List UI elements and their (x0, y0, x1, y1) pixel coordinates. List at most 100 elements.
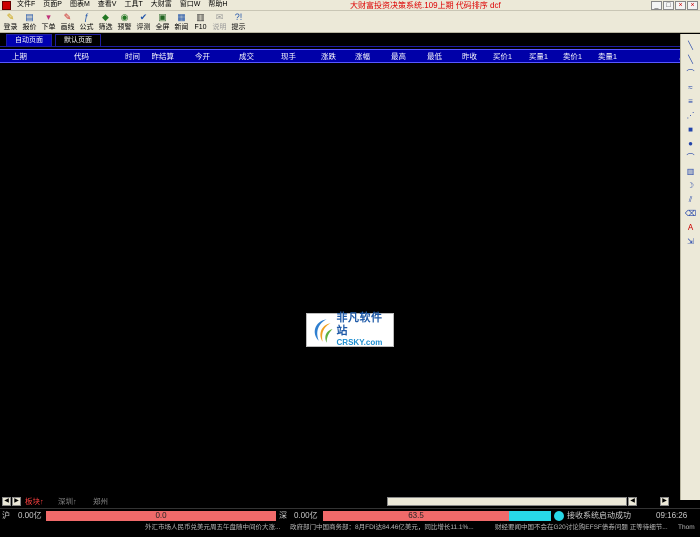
news-ticker[interactable]: 外汇市场人民币兑美元周五午盘随中间价大涨... 政府部门中国商务部：8月FDI达… (0, 521, 700, 537)
swirl-logo-icon (314, 319, 333, 343)
sh-index-bar: 0.0 (46, 511, 276, 521)
delete-tool-icon[interactable]: ⇲ (685, 236, 697, 248)
board-tab-shenzhen[interactable]: 深圳↑ (58, 496, 77, 507)
toolbar-button-label: 预警 (117, 24, 132, 31)
tab-default-page[interactable]: 默认页面 (55, 34, 101, 46)
column-header[interactable]: 卖价1 (563, 50, 582, 62)
cycle-tool-icon[interactable]: ⌒ (685, 152, 697, 164)
toolbar-button-label: 筛选 (98, 24, 113, 31)
board-tab-zhengzhou[interactable]: 郑州 (93, 496, 108, 507)
order-icon: ▾ (46, 12, 51, 22)
column-header[interactable]: 涨幅 (355, 50, 370, 62)
toolbar-button-filter[interactable]: ◆ 筛选 (96, 11, 115, 33)
app-icon[interactable] (2, 0, 11, 10)
toolbar-button-fullscreen[interactable]: ▣ 全屏 (153, 11, 172, 33)
column-header[interactable]: 买价1 (493, 50, 512, 62)
toolbar-button-formula[interactable]: ƒ 公式 (77, 11, 96, 33)
news-item[interactable]: Thom (678, 523, 695, 533)
toolbar-button-draw-line[interactable]: ✎ 画线 (58, 11, 77, 33)
scroll-right-button[interactable]: ▶ (12, 497, 21, 506)
toolbar-button-label: 全屏 (155, 24, 170, 31)
board-tab-row: ◀ ▶ 板块↑ 深圳↑ 郑州 ◀ ▶ (0, 496, 680, 507)
ellipse-tool-icon[interactable]: ● (685, 138, 697, 150)
menu-chart[interactable]: 图表M (66, 0, 94, 10)
toolbar-button-news[interactable]: ▦ 新闻 (172, 11, 191, 33)
quote-icon: ▤ (25, 12, 34, 22)
toolbar-button-evaluate[interactable]: ✔ 评测 (134, 11, 153, 33)
menu-help[interactable]: 帮助H (204, 0, 231, 10)
toolbar-button-label: 下单 (41, 24, 56, 31)
channel-tool-icon[interactable]: ≡ (685, 96, 697, 108)
hscroll-right-button[interactable]: ▶ (660, 497, 669, 506)
column-header[interactable]: 最高 (391, 50, 406, 62)
line-tool-icon[interactable]: ╲ (685, 40, 697, 52)
rectangle-tool-icon[interactable]: ■ (685, 124, 697, 136)
news-icon: ▦ (177, 12, 186, 22)
toolbar-button-label: 公式 (79, 24, 94, 31)
horizontal-scrollbar[interactable] (387, 497, 627, 506)
board-tab-sectors[interactable]: 板块↑ (25, 496, 44, 507)
news-item[interactable]: 财经要闻中国不会在G20讨论购EFSF债券问题 正等待细节... (495, 523, 668, 533)
column-header[interactable]: 代码 (74, 50, 89, 62)
toolbar-button-key[interactable]: ✎ 登录 (1, 11, 20, 33)
column-header[interactable]: 涨跌 (321, 50, 336, 62)
column-header[interactable]: 买量1 (529, 50, 548, 62)
column-header[interactable]: 昨结算 (152, 50, 175, 62)
toolbar-button-label: 登录 (3, 24, 18, 31)
alert-icon: ◉ (120, 12, 129, 22)
status-bar: 沪 0.00亿 0.0 深 0.00亿 63.5 接收系统启动成功 09:16:… (0, 508, 700, 521)
minimize-button[interactable]: _ (651, 1, 662, 10)
menu-tools[interactable]: 工具T (120, 0, 146, 10)
column-header-contract-group[interactable]: 上期 (12, 50, 27, 62)
column-header[interactable]: 卖量1 (598, 50, 617, 62)
watermark-logo: 非凡软件站 CRSKY.com (306, 312, 394, 347)
close-child-button[interactable]: × (675, 1, 686, 10)
eraser-tool-icon[interactable]: ⌫ (685, 208, 697, 220)
toolbar-button-label: 说明 (212, 24, 227, 31)
gann-tool-icon[interactable]: ▥ (685, 166, 697, 178)
menu-page[interactable]: 页面P (39, 0, 66, 10)
fullscreen-icon: ▣ (158, 12, 167, 22)
hscroll-left-button[interactable]: ◀ (628, 497, 637, 506)
maximize-button[interactable]: □ (663, 1, 674, 10)
toolbar-button-label: 画线 (60, 24, 75, 31)
menu-window[interactable]: 窗口W (176, 0, 205, 10)
column-header[interactable]: 最低 (427, 50, 442, 62)
tab-auto-page[interactable]: 自动页面 (6, 34, 52, 46)
news-item[interactable]: 政府部门中国商务部：8月FDI达84.46亿美元，同比增长11.1%... (290, 523, 474, 533)
column-header[interactable]: 成交 (239, 50, 254, 62)
formula-icon: ƒ (83, 12, 89, 22)
toolbar-button-hint[interactable]: ?! 提示 (229, 11, 248, 33)
ray-tool-icon[interactable]: ╲ (685, 54, 697, 66)
text-tool-icon[interactable]: A (685, 222, 697, 234)
watermark-title: 非凡软件站 (336, 312, 383, 337)
column-header[interactable]: 现手 (281, 50, 296, 62)
toolbar-button-alert[interactable]: ◉ 预警 (115, 11, 134, 33)
connection-status-icon (554, 511, 564, 521)
toolbar-button-manual[interactable]: ✉ 说明 (210, 11, 229, 33)
f10-icon: ▥ (196, 12, 205, 22)
column-header[interactable]: 时间 (125, 50, 140, 62)
scroll-left-button[interactable]: ◀ (2, 497, 11, 506)
toolbar-button-f10[interactable]: ▥ F10 (191, 11, 210, 33)
arc-tool-icon[interactable]: ⌒ (685, 68, 697, 80)
manual-icon: ✉ (215, 12, 224, 22)
spiral-tool-icon[interactable]: ☽ (685, 180, 697, 192)
menu-view[interactable]: 查看V (94, 0, 121, 10)
wave-tool-icon[interactable]: ≈ (685, 82, 697, 94)
sz-index-bar: 63.5 (323, 511, 509, 521)
column-header[interactable]: 今开 (195, 50, 210, 62)
menu-dacaifu[interactable]: 大财富 (147, 0, 176, 10)
filter-icon: ◆ (102, 12, 109, 22)
quote-table-body[interactable]: 非凡软件站 CRSKY.com (0, 63, 680, 496)
fan-tool-icon[interactable]: ⋰ (685, 110, 697, 122)
parallel-tool-icon[interactable]: ⫽ (685, 194, 697, 206)
toolbar-button-order[interactable]: ▾ 下单 (39, 11, 58, 33)
menu-file[interactable]: 文件F (13, 0, 39, 10)
column-header[interactable]: 昨收 (462, 50, 477, 62)
close-button[interactable]: × (687, 1, 698, 10)
toolbar-button-label: 提示 (231, 24, 246, 31)
page-tabs: 自动页面 默认页面 (0, 34, 680, 47)
news-item[interactable]: 外汇市场人民币兑美元周五午盘随中间价大涨... (145, 523, 280, 533)
toolbar-button-quote[interactable]: ▤ 报价 (20, 11, 39, 33)
